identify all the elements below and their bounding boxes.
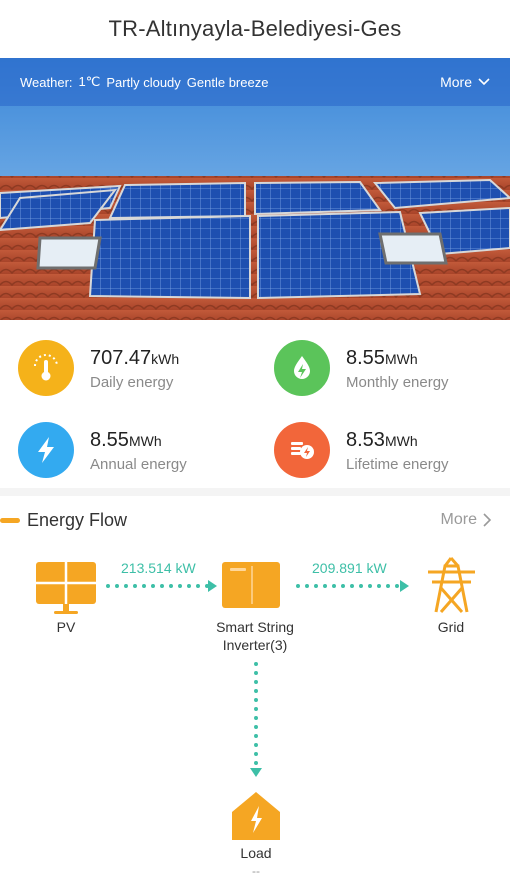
stat-unit: MWh bbox=[384, 432, 418, 449]
grid-tower-icon[interactable] bbox=[428, 557, 475, 613]
section-divider bbox=[0, 488, 510, 496]
section-accent-bar bbox=[0, 517, 20, 523]
stat-value: 707.47 bbox=[90, 346, 152, 369]
arrow-down-icon bbox=[250, 768, 262, 777]
weather-label: Weather: bbox=[20, 74, 73, 90]
stat-monthly-energy[interactable]: 8.55MWh Monthly energy bbox=[274, 336, 510, 400]
stat-annual-energy[interactable]: 8.55MWh Annual energy bbox=[18, 418, 268, 482]
stat-label: Annual energy bbox=[90, 455, 187, 473]
energy-flow-title: Energy Flow bbox=[27, 509, 128, 530]
title-bar: TR-Altınyayla-Belediyesi-Ges bbox=[0, 0, 510, 58]
hero-banner: Weather: 1℃ Partly cloudy Gentle breeze … bbox=[0, 58, 510, 320]
grid-label: Grid bbox=[437, 619, 465, 635]
energy-flow-more-label: More bbox=[440, 511, 477, 528]
energy-flow-header: Energy Flow More bbox=[0, 504, 510, 536]
stat-label: Monthly energy bbox=[346, 373, 449, 391]
stat-value: 8.53 bbox=[346, 428, 385, 451]
weather-condition: Partly cloudy bbox=[106, 74, 181, 90]
energy-flow-more-button[interactable]: More bbox=[441, 511, 492, 529]
load-house-icon[interactable] bbox=[232, 792, 280, 840]
chevron-right-icon bbox=[483, 513, 492, 527]
load-label: Load bbox=[240, 845, 272, 861]
pv-power-value: 213.514 kW bbox=[121, 560, 196, 576]
weather-more-button[interactable]: More bbox=[440, 74, 490, 90]
thermometer-icon bbox=[18, 340, 74, 396]
grid-power-value: 209.891 kW bbox=[312, 560, 387, 576]
stat-unit: MWh bbox=[384, 350, 418, 367]
chevron-down-icon bbox=[478, 78, 490, 86]
inverter-label-line-1: Smart String bbox=[216, 619, 294, 635]
energy-stats: 707.47kWh Daily energy 8.55MWh Monthly e… bbox=[0, 320, 510, 488]
inverter-label-line-2: Inverter(3) bbox=[222, 637, 288, 653]
weather-temp: 1℃ bbox=[78, 74, 101, 89]
arrow-right-icon bbox=[400, 580, 409, 592]
weather-wind: Gentle breeze bbox=[186, 74, 269, 90]
stat-daily-energy[interactable]: 707.47kWh Daily energy bbox=[18, 336, 268, 400]
stat-label: Lifetime energy bbox=[346, 455, 449, 473]
weather-more-label: More bbox=[440, 74, 472, 90]
weather-bar: Weather: 1℃ Partly cloudy Gentle breeze … bbox=[0, 58, 510, 106]
stat-unit: kWh bbox=[151, 350, 180, 367]
pv-label: PV bbox=[56, 619, 76, 635]
drop-bolt-icon bbox=[274, 340, 330, 396]
coins-icon bbox=[274, 422, 330, 478]
stat-value: 8.55 bbox=[346, 346, 385, 369]
pv-icon[interactable] bbox=[36, 562, 96, 614]
stat-lifetime-energy[interactable]: 8.53MWh Lifetime energy bbox=[274, 418, 510, 482]
bolt-icon bbox=[18, 422, 74, 478]
arrow-right-icon bbox=[208, 580, 217, 592]
load-power-value: -- bbox=[252, 864, 260, 878]
energy-flow-diagram bbox=[36, 557, 475, 840]
page-title: TR-Altınyayla-Belediyesi-Ges bbox=[108, 16, 402, 41]
plant-overview-page: TR-Altınyayla-Belediyesi-Ges Weather: 1℃… bbox=[0, 0, 510, 887]
stat-label: Daily energy bbox=[90, 373, 174, 391]
inverter-icon[interactable] bbox=[222, 562, 280, 608]
stat-unit: MWh bbox=[128, 432, 162, 449]
flow-line-pv-inverter bbox=[106, 580, 217, 592]
inverter-label: Smart String Inverter(3) bbox=[190, 618, 320, 654]
stat-value: 8.55 bbox=[90, 428, 129, 451]
flow-line-inverter-load bbox=[250, 662, 262, 777]
flow-line-inverter-grid bbox=[296, 580, 409, 592]
